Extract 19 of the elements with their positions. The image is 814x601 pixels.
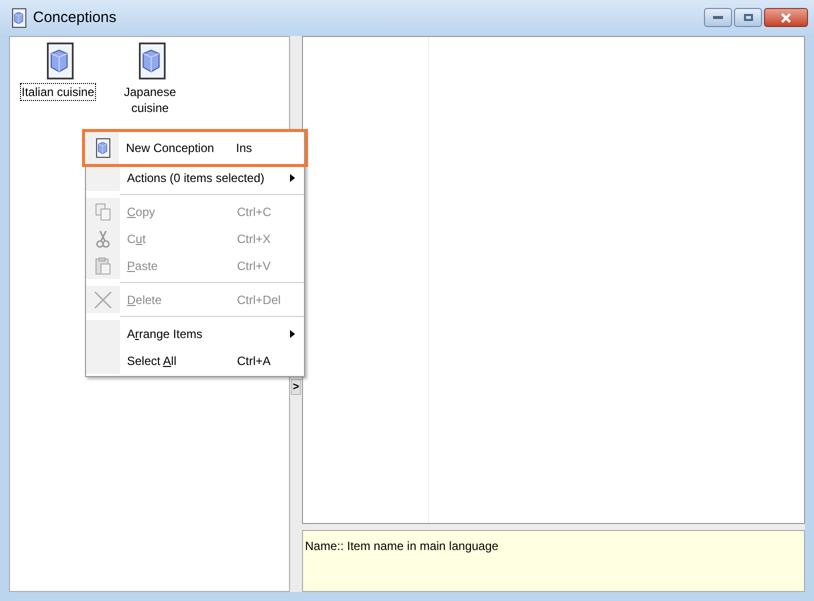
document-cube-icon bbox=[93, 138, 111, 158]
menu-item[interactable]: New Conception Ins bbox=[85, 132, 305, 164]
maximize-button[interactable] bbox=[734, 8, 762, 27]
scissors-icon bbox=[96, 230, 110, 248]
menu-item[interactable]: Actions (0 items selected) bbox=[86, 164, 304, 191]
close-icon bbox=[780, 12, 792, 22]
close-button[interactable] bbox=[764, 8, 808, 27]
window-title: Conceptions bbox=[33, 8, 116, 28]
item-label[interactable]: Japanese cuisine bbox=[107, 83, 193, 118]
close-icon bbox=[93, 290, 113, 310]
item-label[interactable]: Italian cuisine bbox=[20, 83, 96, 102]
document-cube-icon bbox=[9, 8, 27, 28]
info-text: Name:: Item name in main language bbox=[305, 539, 498, 553]
expand-button[interactable]: > bbox=[291, 379, 301, 395]
menu-item[interactable]: Select All Ctrl+A bbox=[86, 347, 304, 374]
menu-item[interactable]: Arrange Items bbox=[86, 320, 304, 347]
copy-icon bbox=[95, 202, 111, 220]
clipboard-icon bbox=[95, 256, 111, 274]
minimize-button[interactable] bbox=[704, 8, 732, 27]
